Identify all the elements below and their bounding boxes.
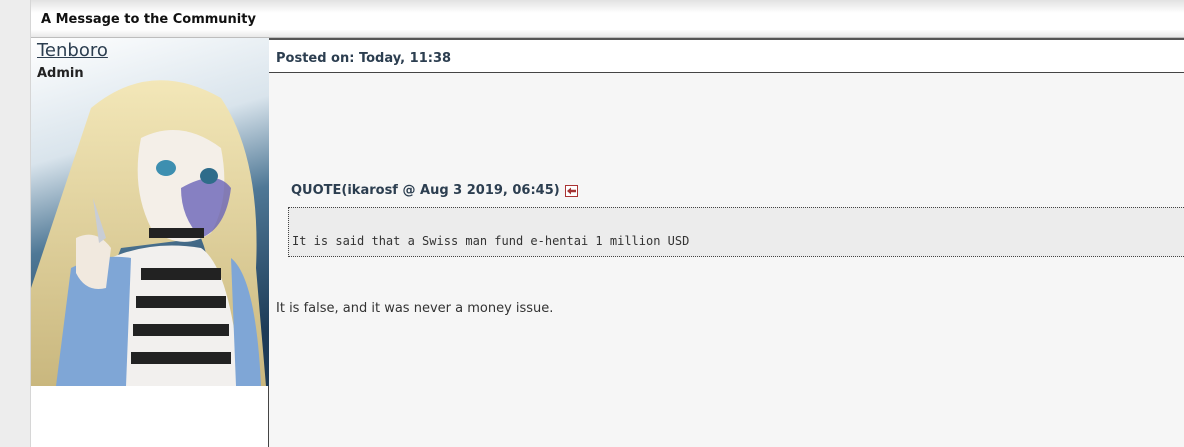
reply-text: It is false, and it was never a money is… xyxy=(276,301,554,316)
quote-box: It is said that a Swiss man fund e-henta… xyxy=(288,207,1184,257)
anime-avatar-icon xyxy=(31,38,269,386)
topic-title: A Message to the Community xyxy=(41,12,256,27)
author-rank: Admin xyxy=(37,66,84,81)
quote-header-text: QUOTE(ikarosf @ Aug 3 2019, 06:45) xyxy=(291,183,560,198)
post-header: Posted on: Today, 11:38 xyxy=(269,40,1184,73)
author-name-link[interactable]: Tenboro xyxy=(37,40,108,61)
author-column: Tenboro Admin xyxy=(31,38,269,447)
quote-jump-icon[interactable] xyxy=(564,184,578,197)
topic-title-bar: A Message to the Community xyxy=(31,0,1184,38)
left-gutter xyxy=(0,0,31,447)
quote-header: QUOTE(ikarosf @ Aug 3 2019, 06:45) xyxy=(291,183,578,198)
quote-text: It is said that a Swiss man fund e-henta… xyxy=(292,234,690,248)
posted-on-label: Posted on: Today, 11:38 xyxy=(276,51,452,66)
post-body: Posted on: Today, 11:38 QUOTE(ikarosf @ … xyxy=(269,38,1184,447)
